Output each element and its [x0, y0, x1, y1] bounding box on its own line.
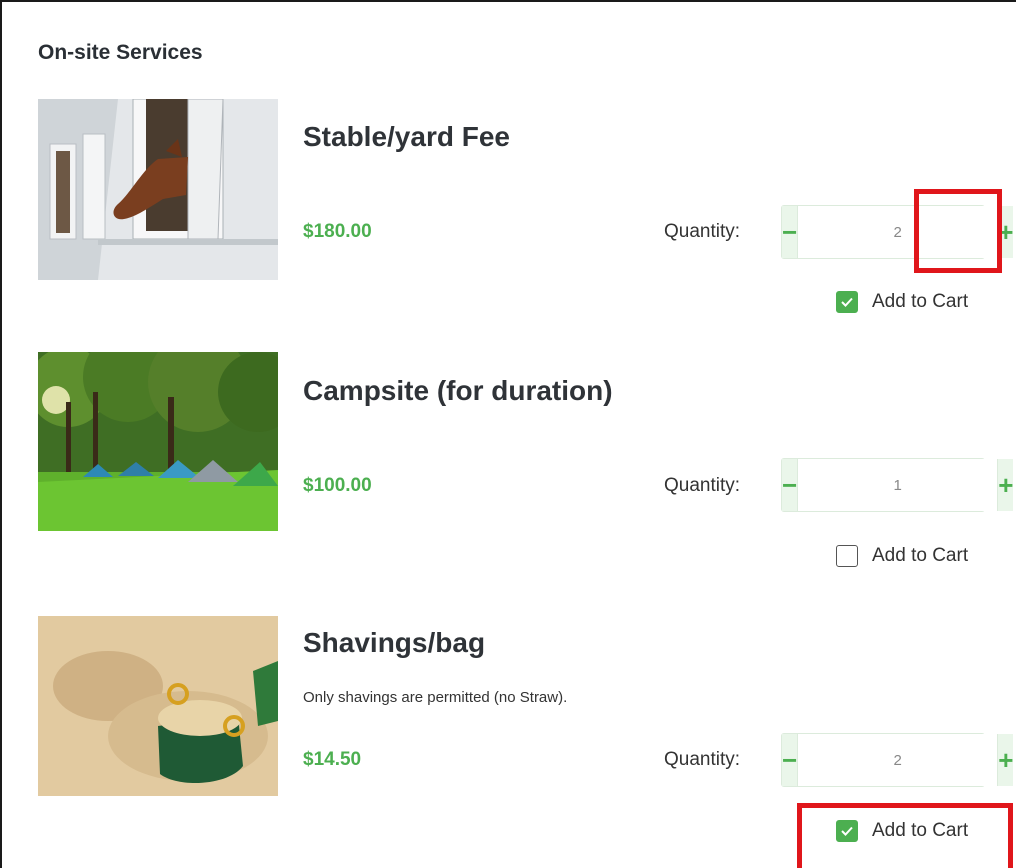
campsite-image: [38, 352, 278, 531]
add-to-cart-label: Add to Cart: [872, 820, 969, 841]
add-to-cart-toggle[interactable]: Add to Cart: [836, 820, 968, 842]
quantity-stepper: − +: [781, 458, 1014, 512]
item-description: Only shavings are permitted (no Straw).: [303, 689, 568, 706]
checkbox-unchecked-icon[interactable]: [836, 545, 858, 567]
decrement-button[interactable]: −: [782, 734, 798, 786]
shavings-bag-image: [38, 616, 278, 796]
quantity-input[interactable]: [797, 459, 999, 511]
decrement-button[interactable]: −: [782, 206, 798, 258]
quantity-input[interactable]: [797, 206, 999, 258]
quantity-input[interactable]: [797, 734, 999, 786]
quantity-stepper: − +: [781, 733, 1014, 787]
quantity-label: Quantity:: [664, 475, 741, 496]
add-to-cart-label: Add to Cart: [872, 291, 969, 312]
quantity-label: Quantity:: [664, 221, 741, 242]
section-title: On-site Services: [38, 41, 203, 64]
item-title: Shavings/bag: [303, 627, 486, 658]
checkbox-checked-icon[interactable]: [836, 291, 858, 313]
horse-stable-image: [38, 99, 278, 280]
increment-button[interactable]: +: [998, 206, 1014, 258]
item-price: $100.00: [303, 475, 372, 496]
checkbox-checked-icon[interactable]: [836, 820, 858, 842]
add-to-cart-toggle[interactable]: Add to Cart: [836, 291, 968, 313]
item-title: Campsite (for duration): [303, 375, 613, 406]
add-to-cart-label: Add to Cart: [872, 545, 969, 566]
quantity-stepper: − +: [781, 205, 1014, 259]
item-price: $14.50: [303, 749, 362, 770]
increment-button[interactable]: +: [998, 734, 1014, 786]
item-title: Stable/yard Fee: [303, 121, 510, 152]
increment-button[interactable]: +: [998, 459, 1014, 511]
decrement-button[interactable]: −: [782, 459, 798, 511]
quantity-label: Quantity:: [664, 749, 741, 770]
add-to-cart-toggle[interactable]: Add to Cart: [836, 545, 968, 567]
item-price: $180.00: [303, 221, 372, 242]
